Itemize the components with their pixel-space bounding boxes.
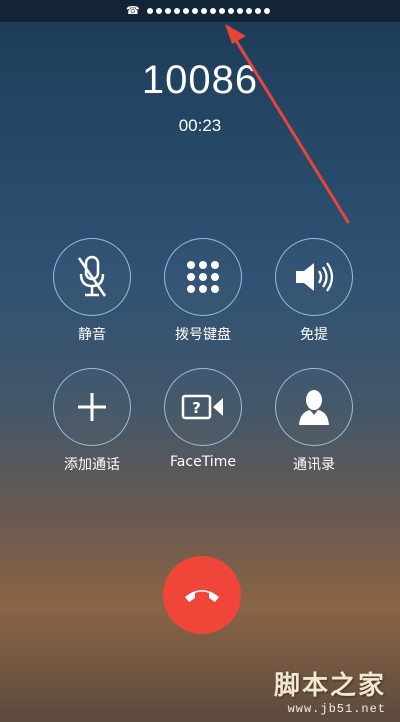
caller-number: 10086 [141,58,259,102]
mute-button[interactable]: 静音 [52,238,132,344]
keypad-label: 拨号键盘 [175,327,231,343]
status-dot [263,8,270,14]
contacts-icon [299,390,329,425]
contacts-circle [275,368,353,446]
speaker-circle [275,238,353,316]
mute-label: 静音 [78,327,106,343]
contacts-label: 通讯录 [293,457,335,473]
status-dot [173,8,180,14]
status-dot [218,8,225,14]
mute-microphone-icon [77,255,107,297]
hang-up-icon [185,590,219,602]
call-screen: ☎ 10086 00:23 静音 拨号键盘 免提 添加通话 ? FaceTime… [0,0,400,722]
status-dot [191,8,198,14]
add-call-button[interactable]: 添加通话 [52,368,132,474]
plus-icon [78,393,106,421]
add-call-circle [53,368,131,446]
watermark-url: www.jb51.net [287,702,386,716]
status-dot [236,8,243,14]
watermark-title: 脚本之家 [273,671,386,701]
annotation-arrow [225,24,350,224]
facetime-circle: ? [164,368,242,446]
status-dot [182,8,189,14]
status-dot [200,8,207,14]
keypad-circle [164,238,242,316]
status-dot [245,8,252,14]
add-call-label: 添加通话 [64,457,120,473]
status-dot [209,8,216,14]
keypad-icon [187,261,219,293]
status-bar[interactable]: ☎ [0,0,400,22]
svg-text:?: ? [192,399,201,417]
mute-circle [53,238,131,316]
speaker-label: 免提 [300,327,328,343]
facetime-icon: ? [181,394,223,420]
facetime-button[interactable]: ? FaceTime [163,368,243,470]
call-duration: 00:23 [178,116,222,135]
status-content: ☎ [126,3,270,19]
contacts-button[interactable]: 通讯录 [274,368,354,474]
speaker-icon [296,262,334,292]
keypad-button[interactable]: 拨号键盘 [163,238,243,344]
status-dot [164,8,171,14]
status-dot [155,8,162,14]
end-call-button[interactable] [163,556,241,634]
status-dot [227,8,234,14]
status-dots [146,8,270,14]
facetime-label: FaceTime [170,454,236,470]
watermark: 脚本之家 www.jb51.net [274,665,386,716]
phone-icon: ☎ [126,4,140,17]
status-dot [254,8,261,14]
speaker-button[interactable]: 免提 [274,238,354,344]
status-dot [146,8,153,14]
